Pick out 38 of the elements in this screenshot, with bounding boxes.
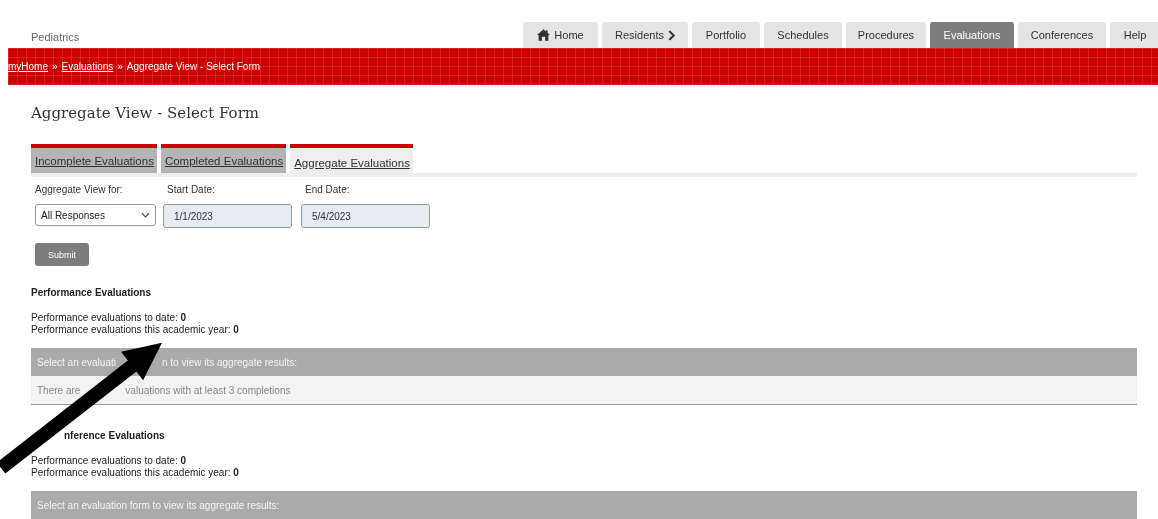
table-header-text: Select an evaluati (37, 356, 116, 368)
table-header-text: n to view its aggregate results: (161, 356, 298, 368)
stat-line: Performance evaluations this academic year: 0 (31, 324, 240, 336)
breadcrumb-separator: » (52, 61, 58, 72)
department-name: Pediatrics (30, 31, 80, 45)
date-input-field[interactable]: 5/4/2023 (301, 204, 430, 228)
dropdown-caret-icon (141, 212, 150, 218)
empty-message-text: valuations with at least 3 completions (125, 384, 291, 396)
chevron-right-icon (667, 29, 675, 41)
date-input-field[interactable]: 1/1/2023 (163, 204, 292, 228)
field-label: Aggregate View for: (34, 184, 124, 195)
nav-tab[interactable]: Procedures (846, 22, 926, 48)
nav-tab[interactable]: Portfolio (692, 22, 760, 48)
tab[interactable]: Incomplete Evaluations (31, 144, 157, 173)
tab[interactable]: Completed Evaluations (160, 144, 287, 173)
nav-tab[interactable]: Residents (602, 22, 688, 48)
page-title: Aggregate View - Select Form (31, 104, 261, 122)
breadcrumb-link[interactable]: Evaluations (61, 61, 114, 72)
nav-tab[interactable]: Evaluations (930, 22, 1014, 48)
section-title: nference Evaluations (63, 430, 166, 441)
field-label: Start Date: (166, 184, 216, 195)
breadcrumb-current: Aggregate View - Select Form (126, 61, 261, 72)
field-label: End Date: (304, 184, 351, 195)
breadcrumb-link[interactable]: myHome (8, 61, 48, 72)
select-dropdown[interactable]: All Responses (35, 204, 156, 226)
empty-message-text: There are (37, 384, 81, 396)
table-header-text: Select an evaluation form to view its aggregate results: (37, 499, 280, 511)
submit-button[interactable]: Submit (35, 243, 89, 266)
stat-line: Performance evaluations to date: 0 (31, 312, 188, 324)
nav-tab[interactable]: Conferences (1018, 22, 1106, 48)
nav-tab[interactable]: Home (523, 22, 598, 48)
nav-tab[interactable]: Help (1110, 22, 1158, 48)
nav-tab[interactable]: Schedules (764, 22, 842, 48)
stat-line: Performance evaluations to date: 0 (31, 455, 188, 467)
breadcrumb-separator: » (117, 61, 123, 72)
stat-line: Performance evaluations this academic year: 0 (31, 467, 240, 479)
home-icon (537, 29, 551, 41)
section-title: Performance Evaluations (31, 287, 153, 298)
